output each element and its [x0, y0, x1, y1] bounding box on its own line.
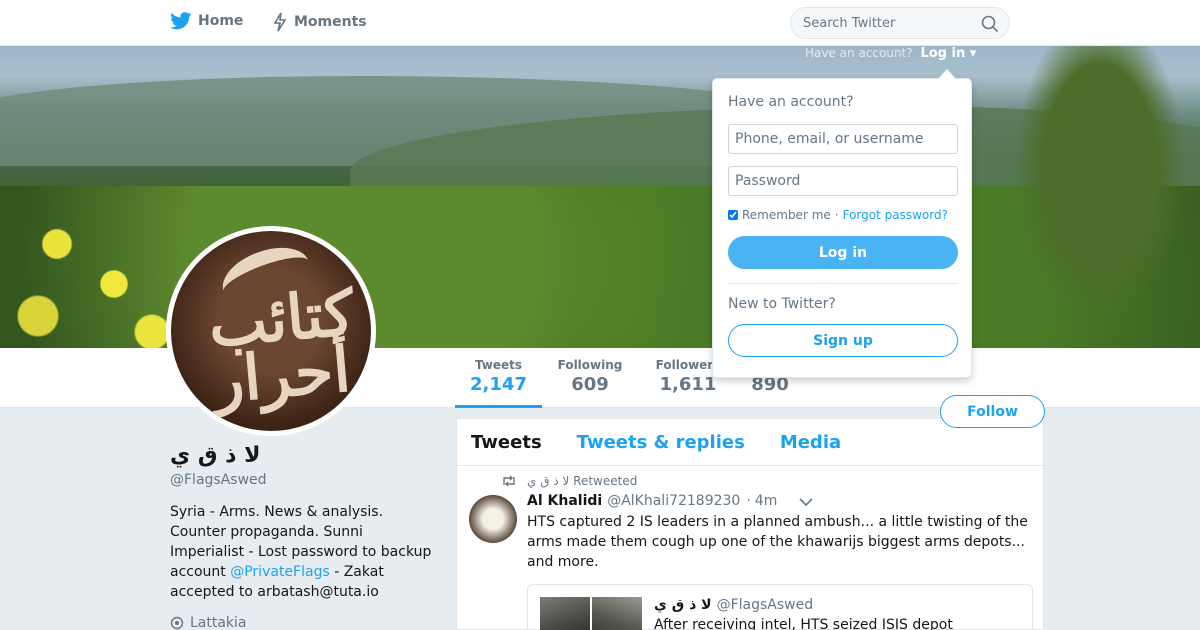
remember-row: Remember me · Forgot password?: [728, 208, 956, 222]
tab-tweets-replies[interactable]: Tweets & replies: [577, 432, 745, 453]
tweet-dot: ·: [746, 493, 751, 509]
have-account-text: Have an account?: [805, 46, 913, 60]
bio-mention-link[interactable]: @PrivateFlags: [230, 564, 330, 580]
nav-home-label: Home: [198, 13, 244, 29]
stat-following[interactable]: Following 609: [552, 358, 628, 395]
password-field[interactable]: [728, 166, 958, 196]
timeline: Tweets Tweets & replies Media لا ذ ق ي R…: [456, 418, 1044, 630]
forgot-password-link[interactable]: Forgot password?: [843, 208, 948, 222]
nav-home-link[interactable]: Home: [170, 12, 243, 30]
tweet-author-name[interactable]: Al Khalidi: [527, 493, 602, 509]
nav-moments-label: Moments: [294, 14, 367, 30]
retweet-icon: [503, 475, 515, 487]
divider: [728, 283, 958, 284]
remember-separator: ·: [834, 208, 839, 222]
signup-button[interactable]: Sign up: [728, 324, 958, 357]
lightning-icon: [273, 12, 287, 32]
login-dropdown: Have an account? Remember me · Forgot pa…: [712, 69, 972, 378]
tweet-header: Al Khalidi @AlKhali72189230 · 4m: [527, 493, 777, 509]
stat-tweets[interactable]: Tweets 2,147: [455, 358, 542, 408]
tweet-author-handle[interactable]: @AlKhali72189230: [607, 493, 740, 509]
tweet-author-avatar[interactable]: [469, 495, 517, 543]
username-field[interactable]: [728, 124, 958, 154]
tweet-text: HTS captured 2 IS leaders in a planned a…: [527, 514, 1028, 570]
retweet-context: لا ذ ق ي Retweeted: [501, 474, 637, 488]
retweet-context-text[interactable]: لا ذ ق ي Retweeted: [527, 474, 637, 488]
have-account-prompt: Have an account? Log in ▾: [805, 46, 976, 61]
login-button[interactable]: Log in: [728, 236, 958, 269]
tab-tweets[interactable]: Tweets: [471, 432, 542, 453]
profile-handle[interactable]: @FlagsAswed: [170, 472, 267, 488]
stat-tweets-label: Tweets: [474, 358, 523, 372]
profile-location: Lattakia: [170, 615, 247, 630]
twitter-bird-icon: [170, 12, 192, 30]
login-dropdown-toggle[interactable]: Log in ▾: [920, 46, 976, 61]
remember-me-label[interactable]: Remember me: [742, 208, 831, 222]
quoted-tweet-image[interactable]: [592, 597, 642, 630]
banner-tree: [1000, 46, 1200, 348]
quoted-tweet-header: لا ذ ق ي @FlagsAswed: [654, 597, 813, 613]
quoted-tweet-handle: @FlagsAswed: [716, 597, 814, 613]
quoted-tweet-image[interactable]: [540, 597, 590, 630]
search-input[interactable]: [803, 15, 973, 31]
tweet-timestamp[interactable]: 4m: [755, 493, 778, 509]
stat-tweets-value: 2,147: [470, 374, 527, 395]
login-dropdown-title: Have an account?: [728, 94, 854, 110]
banner-flowers: [0, 196, 190, 348]
top-nav-bar: Home Moments: [0, 0, 1200, 46]
remember-me-checkbox[interactable]: [728, 210, 738, 220]
profile-bio: Syria - Arms. News & analysis. Counter p…: [170, 502, 435, 602]
search-box: [790, 7, 1010, 39]
quoted-tweet-text: After receiving intel, HTS seized ISIS d…: [654, 617, 953, 630]
dropdown-caret: [938, 69, 956, 79]
quoted-tweet[interactable]: لا ذ ق ي @FlagsAswed After receiving int…: [527, 584, 1033, 630]
avatar-calligraphy: كتائب أحرار: [205, 275, 357, 417]
nav-moments-link[interactable]: Moments: [272, 12, 367, 32]
quoted-tweet-author: لا ذ ق ي: [654, 597, 712, 613]
chevron-down-icon[interactable]: [799, 497, 813, 507]
tab-media[interactable]: Media: [780, 432, 841, 453]
new-to-twitter-text: New to Twitter?: [728, 296, 836, 312]
profile-location-text: Lattakia: [190, 615, 247, 630]
stat-following-value: 609: [571, 374, 609, 395]
follow-button[interactable]: Follow: [940, 395, 1045, 428]
profile-avatar[interactable]: كتائب أحرار: [166, 226, 376, 436]
stat-following-label: Following: [557, 358, 623, 372]
search-icon[interactable]: [981, 15, 999, 33]
location-pin-icon: [170, 616, 184, 630]
profile-name[interactable]: لا ذ ق ي: [170, 443, 260, 468]
